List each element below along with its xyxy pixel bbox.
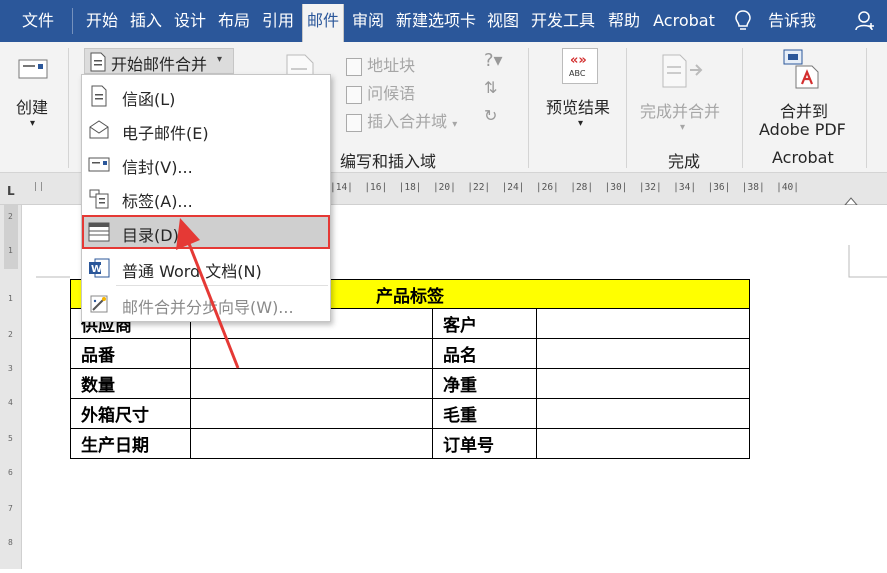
annotation-arrow (176, 218, 240, 369)
